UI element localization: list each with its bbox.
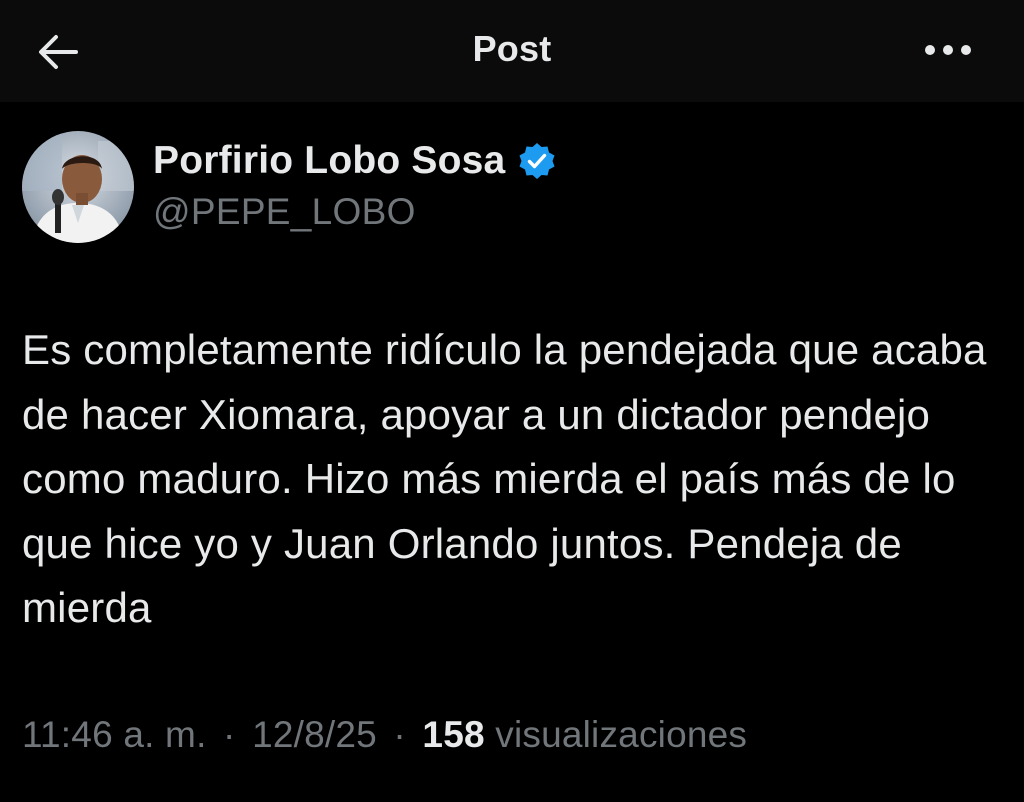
author-name[interactable]: Porfirio Lobo Sosa [153, 139, 505, 183]
post-time[interactable]: 11:46 a. m. [22, 714, 207, 755]
meta-separator: · [223, 714, 236, 755]
author-name-row: Porfirio Lobo Sosa [153, 135, 557, 187]
post-metadata: 11:46 a. m. · 12/8/25 · 158 visualizacio… [22, 714, 747, 756]
post-text: Es completamente ridículo la pendejada q… [22, 326, 987, 631]
page-title: Post [472, 28, 552, 69]
views-label[interactable]: visualizaciones [495, 714, 747, 755]
author-handle[interactable]: @PEPE_LOBO [153, 191, 416, 233]
verified-badge-icon [517, 141, 557, 181]
avatar[interactable] [22, 131, 134, 243]
meta-separator: · [393, 714, 406, 755]
views-count[interactable]: 158 [422, 714, 484, 755]
more-options-button[interactable] [920, 30, 976, 70]
top-navigation-bar: Post [0, 0, 1024, 102]
more-horizontal-icon [925, 45, 971, 55]
post-date[interactable]: 12/8/25 [252, 714, 377, 755]
